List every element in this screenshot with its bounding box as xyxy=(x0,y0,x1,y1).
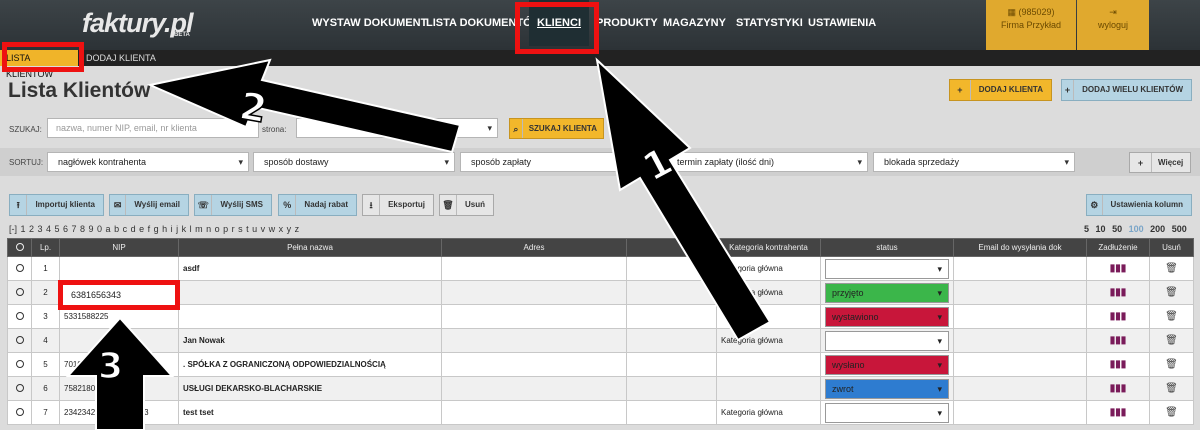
annotation-label-3: 3 xyxy=(98,346,123,387)
arrow-1-icon xyxy=(595,57,772,342)
arrow-2-icon xyxy=(146,58,462,154)
annotation-arrows: 1 2 3 xyxy=(65,57,772,430)
